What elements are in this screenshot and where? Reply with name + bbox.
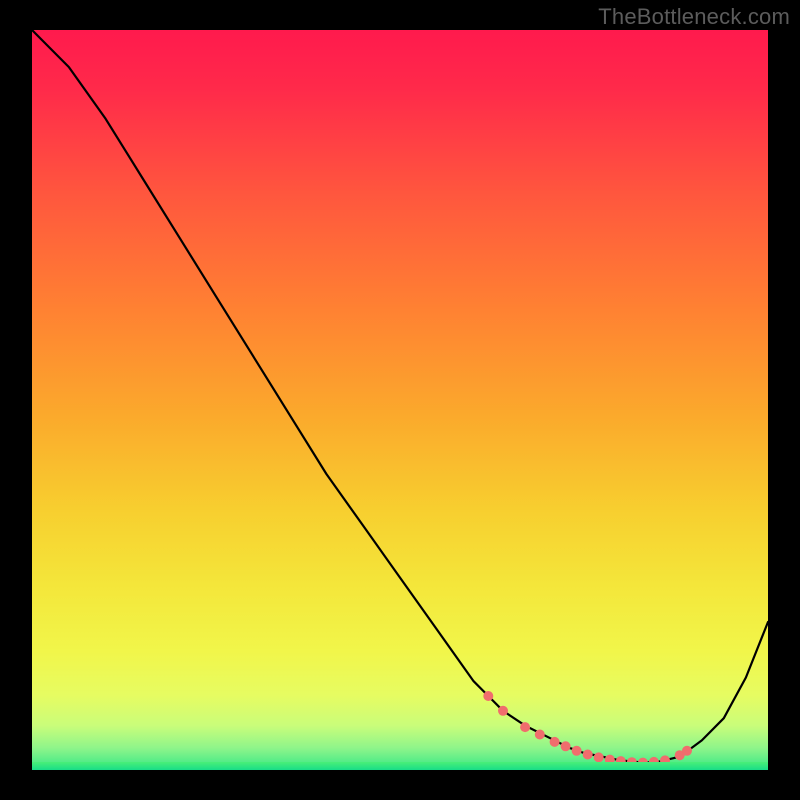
valley-marker <box>535 730 545 740</box>
valley-marker <box>660 755 670 765</box>
valley-marker <box>498 706 508 716</box>
valley-marker <box>572 746 582 756</box>
gradient-plot-area <box>32 30 768 770</box>
valley-marker <box>483 691 493 701</box>
valley-marker <box>520 722 530 732</box>
valley-marker <box>561 741 571 751</box>
valley-marker <box>605 755 615 765</box>
watermark-text: TheBottleneck.com <box>598 4 790 30</box>
valley-marker <box>649 757 659 767</box>
valley-marker <box>550 737 560 747</box>
valley-marker <box>638 758 648 768</box>
curve-layer <box>32 30 768 770</box>
valley-marker <box>583 750 593 760</box>
valley-marker <box>627 757 637 767</box>
valley-marker <box>594 752 604 762</box>
chart-stage: TheBottleneck.com <box>0 0 800 800</box>
bottleneck-curve <box>32 30 768 763</box>
valley-marker <box>616 756 626 766</box>
valley-marker-group <box>483 691 692 768</box>
valley-marker <box>682 746 692 756</box>
